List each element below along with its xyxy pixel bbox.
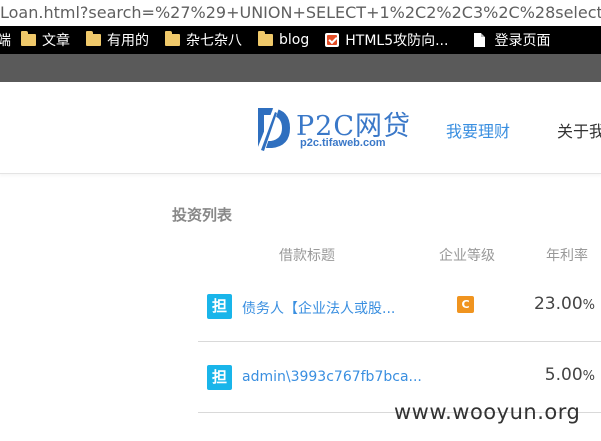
toolbar-strip bbox=[0, 54, 601, 82]
section-title: 投资列表 bbox=[172, 206, 233, 224]
bookmark-label: 有用的 bbox=[107, 33, 149, 49]
watermark: www.wooyun.org bbox=[394, 400, 581, 424]
guarantee-badge: 担 bbox=[207, 365, 232, 390]
bookmark-label: 杂七杂八 bbox=[186, 33, 242, 49]
site-logo[interactable]: P2C网贷 p2c.tifaweb.com bbox=[252, 102, 412, 158]
folder-icon bbox=[165, 31, 180, 46]
nav-invest[interactable]: 我要理财 bbox=[446, 118, 510, 142]
url-text[interactable]: Loan.html?search=%27%29+UNION+SELECT+1%2… bbox=[0, 3, 601, 22]
bookmark-html5[interactable]: HTML5攻防向... bbox=[325, 26, 448, 54]
logo-subtitle: p2c.tifaweb.com bbox=[300, 137, 386, 149]
folder-icon bbox=[258, 31, 273, 46]
loan-title-link[interactable]: admin\3993c767fb7bca... bbox=[242, 369, 422, 385]
site-header: P2C网贷 p2c.tifaweb.com 我要理财 关于我 bbox=[0, 82, 601, 174]
bookmark-folder-blog[interactable]: blog bbox=[258, 26, 309, 54]
page-icon bbox=[474, 33, 486, 47]
bookmark-folder-articles[interactable]: 文章 bbox=[21, 26, 70, 54]
rate-value: 23.00 bbox=[533, 294, 583, 314]
bookmarks-bar: 端 文章 有用的 杂七杂八 blog HTML5攻防向... 登录页面 bbox=[0, 26, 601, 54]
bookmark-label: 文章 bbox=[42, 33, 70, 49]
address-bar[interactable]: Loan.html?search=%27%29+UNION+SELECT+1%2… bbox=[0, 0, 601, 26]
rate-unit: % bbox=[582, 298, 595, 313]
column-header-level: 企业等级 bbox=[439, 248, 495, 264]
folder-icon bbox=[86, 31, 101, 46]
interest-rate: 23.00% bbox=[534, 294, 595, 314]
bookmark-login-page[interactable]: 登录页面 bbox=[464, 26, 550, 54]
column-header-rate: 年利率 bbox=[546, 248, 588, 264]
column-header-title: 借款标题 bbox=[279, 248, 335, 264]
interest-rate: 5.00% bbox=[545, 365, 595, 385]
bookmark-label: 端 bbox=[0, 33, 11, 49]
html5-icon bbox=[325, 33, 340, 47]
rate-value: 5.00 bbox=[544, 365, 583, 385]
level-badge: C bbox=[457, 296, 474, 313]
loan-title-link[interactable]: 债务人【企业法人或股... bbox=[242, 298, 395, 318]
bookmark-label: 登录页面 bbox=[494, 33, 551, 49]
bookmark-folder-misc[interactable]: 杂七杂八 bbox=[165, 26, 242, 54]
logo-mark-icon bbox=[256, 106, 290, 154]
rate-unit: % bbox=[582, 369, 595, 384]
bookmark-folder-useful[interactable]: 有用的 bbox=[86, 26, 149, 54]
list-item[interactable]: 担 债务人【企业法人或股... C 23.00% bbox=[198, 272, 601, 342]
nav-about[interactable]: 关于我 bbox=[557, 118, 601, 142]
bookmark-label: HTML5攻防向... bbox=[345, 33, 449, 49]
folder-icon bbox=[21, 31, 36, 46]
bookmark-label: blog bbox=[279, 32, 310, 48]
bookmark-item[interactable]: 端 bbox=[0, 26, 11, 54]
guarantee-badge: 担 bbox=[207, 294, 232, 319]
